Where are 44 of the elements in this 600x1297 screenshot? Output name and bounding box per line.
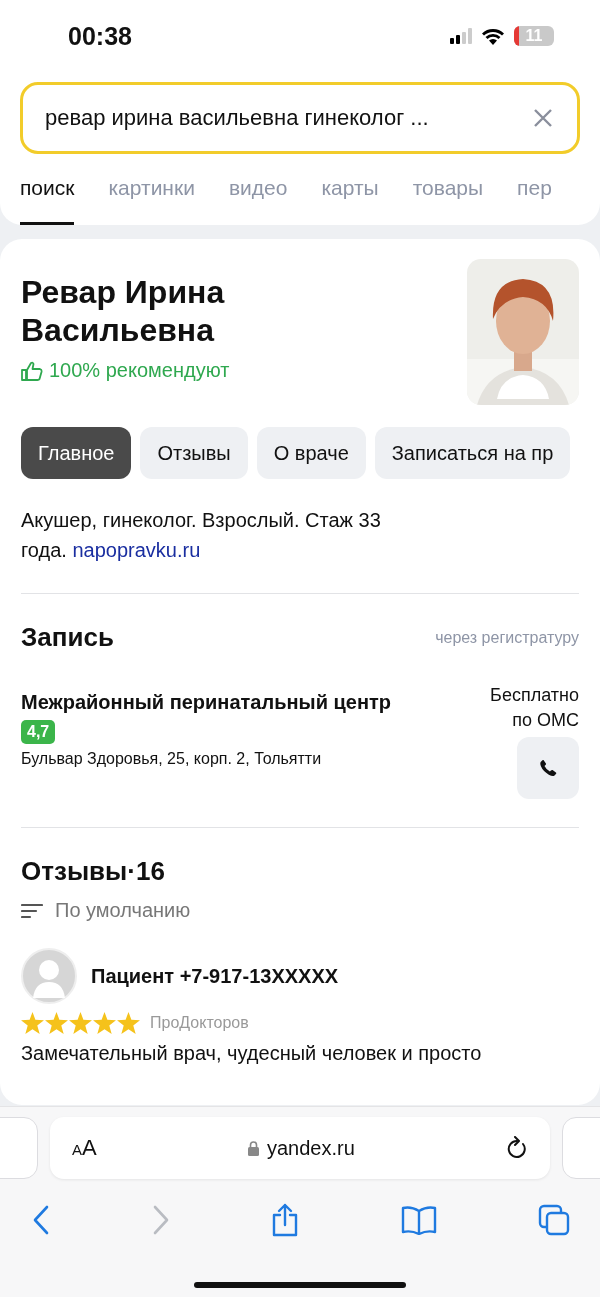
search-tab[interactable]: поиск bbox=[20, 176, 75, 225]
tabs-icon[interactable] bbox=[538, 1204, 570, 1236]
recommend-text: 100% рекомендуют bbox=[49, 359, 230, 382]
source-link[interactable]: napopravku.ru bbox=[72, 539, 201, 561]
share-icon[interactable] bbox=[271, 1203, 299, 1237]
section-heading: Отзывы·16 bbox=[21, 856, 166, 887]
description-text: Акушер, гинеколог. Взрослый. Стаж 33 года. napopravku.ru bbox=[21, 508, 382, 563]
reload-icon[interactable] bbox=[506, 1136, 528, 1160]
search-field[interactable]: ревар ирина васильевна гинеколог ... bbox=[20, 82, 580, 154]
status-time: 00:38 bbox=[68, 21, 132, 51]
wifi-icon bbox=[481, 27, 505, 45]
url-text: yandex.ru bbox=[266, 1136, 355, 1160]
star-icon bbox=[69, 1012, 92, 1034]
phone-icon bbox=[538, 758, 558, 778]
star-icon bbox=[93, 1012, 116, 1034]
address-bar[interactable]: AA yandex.ru bbox=[50, 1117, 550, 1179]
clinic-address: Бульвар Здоровья, 25, корп. 2, Тольятти bbox=[21, 750, 323, 768]
thumbs-up-icon bbox=[21, 360, 43, 381]
rating-badge: 4,7 bbox=[21, 720, 56, 744]
sort-option[interactable]: По умолчанию bbox=[55, 899, 191, 922]
section-tab[interactable]: Отзывы bbox=[140, 427, 248, 479]
booking-method: через регистратуру bbox=[435, 628, 579, 647]
lock-icon bbox=[247, 1140, 259, 1156]
close-icon[interactable] bbox=[533, 108, 553, 128]
clinic-name[interactable]: Межрайонный перинатальный центр bbox=[21, 691, 391, 714]
back-icon[interactable] bbox=[32, 1205, 50, 1235]
doctor-name: Ревар Ирина Васильевна bbox=[21, 273, 226, 349]
section-tab[interactable]: Главное bbox=[21, 427, 132, 479]
call-button[interactable] bbox=[517, 737, 579, 799]
avatar-icon bbox=[21, 948, 77, 1004]
star-icon bbox=[117, 1012, 140, 1034]
section-tab[interactable]: О враче bbox=[256, 427, 366, 479]
review-text: Замечательный врач, чудесный человек и просто bbox=[21, 1042, 483, 1065]
price-text: Бесплатно по ОМС bbox=[489, 684, 579, 732]
text-size-button[interactable]: AA bbox=[72, 1135, 97, 1161]
review-source: ПроДокторов bbox=[150, 1014, 249, 1032]
section-tab[interactable]: Записаться на пр bbox=[374, 427, 571, 479]
book-icon[interactable] bbox=[400, 1205, 437, 1235]
sort-icon[interactable] bbox=[21, 902, 43, 919]
star-icon bbox=[45, 1012, 68, 1034]
signal-icon bbox=[450, 28, 472, 44]
section-heading: Запись bbox=[21, 622, 114, 653]
review-author: Пациент +7-917-13XXXXX bbox=[91, 964, 339, 988]
star-icon bbox=[21, 1012, 44, 1034]
